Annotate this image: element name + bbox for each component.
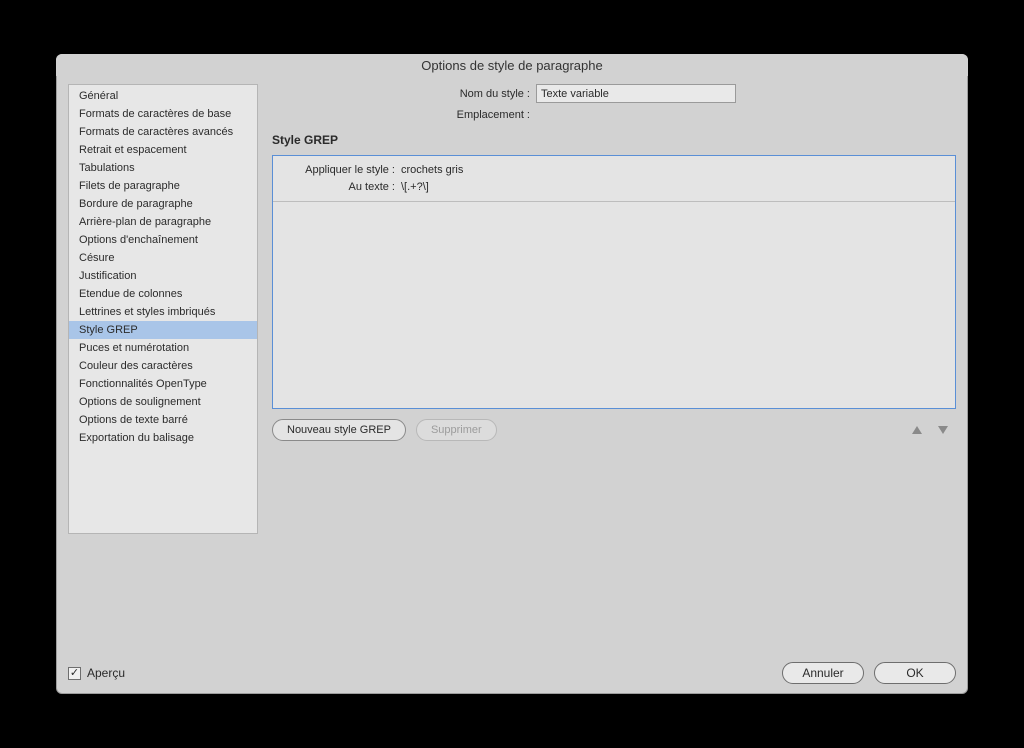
sidebar-item[interactable]: Retrait et espacement [69,141,257,159]
grep-apply-value[interactable]: crochets gris [401,162,463,179]
grep-apply-row: Appliquer le style : crochets gris [287,162,945,179]
dialog-footer: ✓ Aperçu Annuler OK [68,652,956,684]
new-grep-style-button[interactable]: Nouveau style GREP [272,419,406,441]
sidebar-item[interactable]: Césure [69,249,257,267]
grep-button-row: Nouveau style GREP Supprimer [272,419,956,441]
sidebar-item[interactable]: Bordure de paragraphe [69,195,257,213]
ok-button[interactable]: OK [874,662,956,684]
preview-checkbox-wrap[interactable]: ✓ Aperçu [68,666,125,680]
sidebar-item[interactable]: Général [69,87,257,105]
sidebar-item[interactable]: Etendue de colonnes [69,285,257,303]
sidebar-item[interactable]: Tabulations [69,159,257,177]
preview-checkbox[interactable]: ✓ [68,667,81,680]
sidebar-item[interactable]: Formats de caractères avancés [69,123,257,141]
move-down-icon[interactable] [938,426,948,434]
sidebar-item[interactable]: Options de soulignement [69,393,257,411]
reorder-arrows [912,426,956,434]
location-row: Emplacement : [272,109,956,121]
sidebar-item[interactable]: Justification [69,267,257,285]
header-fields: Nom du style : Emplacement : [272,84,956,121]
grep-entry[interactable]: Appliquer le style :crochets grisAu text… [273,156,955,202]
main-panel: Nom du style : Emplacement : Style GREP … [272,84,956,652]
grep-text-label: Au texte : [287,179,395,196]
panel-title: Style GREP [272,133,956,147]
sidebar-item[interactable]: Couleur des caractères [69,357,257,375]
dialog-window: Options de style de paragraphe GénéralFo… [56,54,968,694]
cancel-button[interactable]: Annuler [782,662,864,684]
sidebar-item[interactable]: Arrière-plan de paragraphe [69,213,257,231]
sidebar-item[interactable]: Fonctionnalités OpenType [69,375,257,393]
window-title-text: Options de style de paragraphe [421,58,602,73]
category-sidebar[interactable]: GénéralFormats de caractères de baseForm… [68,84,258,534]
style-name-label: Nom du style : [272,88,530,100]
sidebar-item[interactable]: Exportation du balisage [69,429,257,447]
preview-label: Aperçu [87,666,125,680]
sidebar-item[interactable]: Puces et numérotation [69,339,257,357]
sidebar-item[interactable]: Options de texte barré [69,411,257,429]
footer-buttons: Annuler OK [782,662,956,684]
window-title: Options de style de paragraphe [56,54,968,76]
sidebar-item[interactable]: Lettrines et styles imbriqués [69,303,257,321]
style-name-row: Nom du style : [272,84,956,103]
upper-area: GénéralFormats de caractères de baseForm… [68,84,956,652]
move-up-icon[interactable] [912,426,922,434]
grep-apply-label: Appliquer le style : [287,162,395,179]
sidebar-item[interactable]: Filets de paragraphe [69,177,257,195]
dialog-content: GénéralFormats de caractères de baseForm… [56,76,968,694]
grep-text-value[interactable]: \[.+?\] [401,179,429,196]
sidebar-item[interactable]: Options d'enchaînement [69,231,257,249]
sidebar-item[interactable]: Formats de caractères de base [69,105,257,123]
delete-grep-style-button: Supprimer [416,419,497,441]
grep-text-row: Au texte : \[.+?\] [287,179,945,196]
location-label: Emplacement : [272,109,530,121]
sidebar-item[interactable]: Style GREP [69,321,257,339]
grep-style-list[interactable]: Appliquer le style :crochets grisAu text… [272,155,956,409]
style-name-input[interactable] [536,84,736,103]
